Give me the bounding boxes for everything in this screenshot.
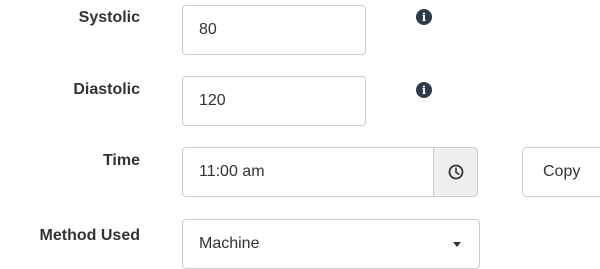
systolic-input[interactable]: 80: [182, 5, 366, 55]
time-label: Time: [102, 152, 140, 169]
clock-icon: [448, 164, 463, 180]
diastolic-label: Diastolic: [73, 81, 140, 98]
systolic-value: 80: [199, 21, 217, 38]
copy-button[interactable]: Copy: [522, 147, 600, 197]
time-input[interactable]: 11:00 am: [182, 147, 434, 197]
diastolic-input[interactable]: 120: [182, 76, 366, 126]
time-picker-button[interactable]: [434, 147, 478, 197]
method-used-value: Machine: [199, 235, 260, 252]
time-value: 11:00 am: [199, 163, 265, 180]
method-used-select[interactable]: Machine: [182, 219, 480, 269]
systolic-label: Systolic: [78, 9, 140, 26]
copy-button-label: Copy: [543, 163, 581, 180]
systolic-info-icon[interactable]: i: [416, 9, 432, 25]
diastolic-info-icon[interactable]: i: [416, 82, 432, 98]
method-used-label: Method Used: [39, 227, 140, 244]
diastolic-value: 120: [199, 92, 226, 109]
chevron-down-icon: [453, 242, 461, 247]
